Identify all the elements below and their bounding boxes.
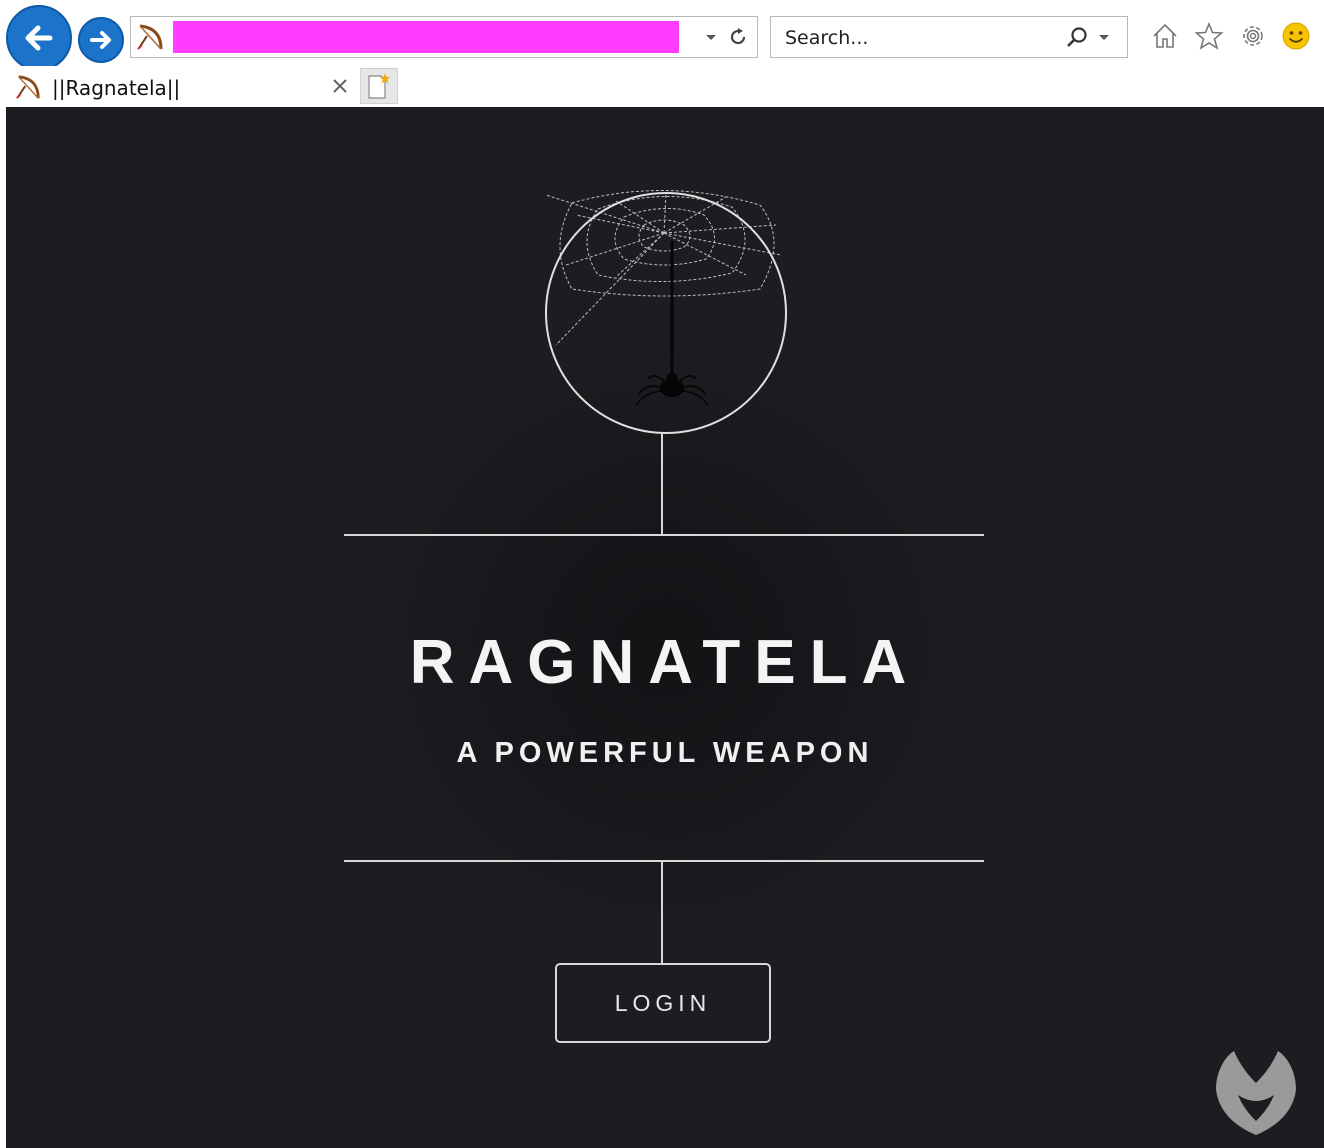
page-title: RAGNATELA [409,628,921,697]
page-content: RAGNATELA A POWERFUL WEAPON LOGIN [6,107,1324,1148]
chevron-down-icon[interactable] [1097,30,1111,44]
home-icon[interactable] [1150,21,1180,51]
search-icon[interactable] [1065,26,1089,50]
tab-strip: ||Ragnatela|| [0,66,1324,108]
refresh-icon[interactable] [727,26,749,48]
star-icon[interactable] [1194,21,1224,51]
new-tab-icon [368,73,391,99]
forward-arrow-icon [90,31,111,49]
tab-title: ||Ragnatela|| [52,76,181,100]
smiley-icon[interactable] [1281,21,1311,51]
connector-line-top [661,433,663,535]
spider-web-emblem [545,190,787,434]
close-icon[interactable] [330,76,350,96]
forward-button[interactable] [78,17,124,63]
divider-top [344,534,984,536]
malwarebytes-logo [1216,1051,1296,1135]
search-box[interactable] [770,16,1128,58]
url-redacted-block [173,21,679,53]
login-button[interactable]: LOGIN [555,963,771,1043]
address-bar[interactable] [130,16,758,58]
back-arrow-icon [25,25,53,51]
bow-favicon-icon [16,75,40,99]
bow-favicon-icon [136,23,164,51]
new-tab-button[interactable] [360,68,398,104]
tab-ragnatela[interactable]: ||Ragnatela|| [6,68,358,106]
search-input[interactable] [783,26,1057,50]
divider-bottom [344,860,984,862]
connector-line-bottom [661,861,663,963]
gear-icon[interactable] [1238,21,1268,51]
back-button[interactable] [6,5,72,71]
page-subtitle: A POWERFUL WEAPON [456,737,874,769]
chevron-down-icon[interactable] [703,29,719,45]
browser-toolbar [0,0,1324,71]
